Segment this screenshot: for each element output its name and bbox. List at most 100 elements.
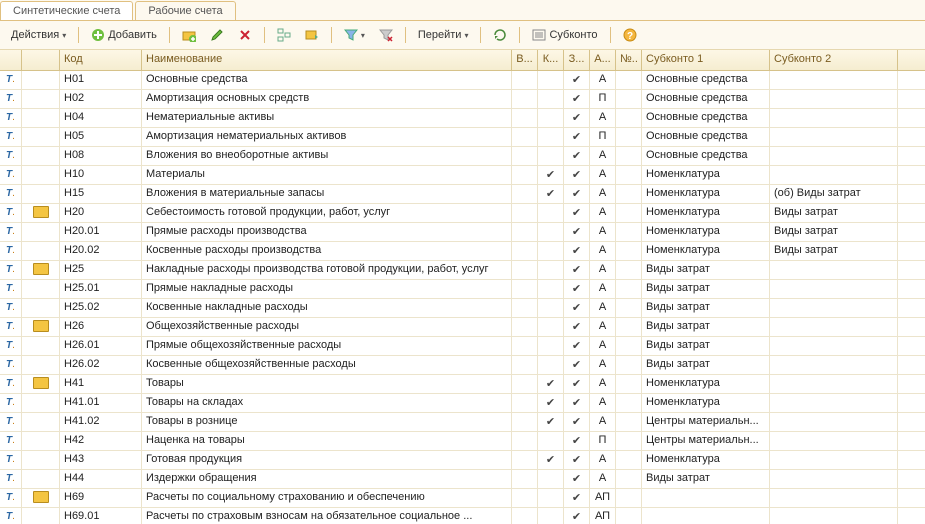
row-name: Накладные расходы производства готовой п… xyxy=(142,261,512,279)
row-name: Амортизация нематериальных активов xyxy=(142,128,512,146)
row-k xyxy=(538,318,564,336)
col-s2[interactable]: Субконто 2 xyxy=(770,50,898,70)
table-row[interactable]: T.Н15Вложения в материальные запасы✔✔АНо… xyxy=(0,185,925,204)
move-button[interactable] xyxy=(300,26,324,44)
svg-text:?: ? xyxy=(626,31,632,42)
toolbar-separator xyxy=(480,27,481,43)
row-k: ✔ xyxy=(538,413,564,431)
row-a: А xyxy=(590,242,616,260)
table-row[interactable]: T.Н20.02Косвенные расходы производства✔А… xyxy=(0,242,925,261)
row-code: Н08 xyxy=(60,147,142,165)
col-type[interactable] xyxy=(0,50,22,70)
table-row[interactable]: T.Н02Амортизация основных средств✔ПОснов… xyxy=(0,90,925,109)
row-k xyxy=(538,90,564,108)
clear-filter-button[interactable] xyxy=(374,26,398,44)
row-s2 xyxy=(770,337,898,355)
row-z: ✔ xyxy=(564,489,590,507)
row-code: Н44 xyxy=(60,470,142,488)
row-v xyxy=(512,432,538,450)
tab-synthetic[interactable]: Синтетические счета xyxy=(0,1,133,20)
row-type-icon: T. xyxy=(0,375,22,393)
subkonto-label: Субконто xyxy=(549,29,597,41)
row-a: А xyxy=(590,147,616,165)
dropdown-caret-icon: ▾ xyxy=(361,31,365,40)
table-row[interactable]: T.Н26Общехозяйственные расходы✔АВиды зат… xyxy=(0,318,925,337)
row-s2 xyxy=(770,451,898,469)
table-row[interactable]: T.Н26.02Косвенные общехозяйственные расх… xyxy=(0,356,925,375)
tab-working[interactable]: Рабочие счета xyxy=(135,1,235,20)
table-row[interactable]: T.Н20.01Прямые расходы производства✔АНом… xyxy=(0,223,925,242)
col-a[interactable]: А... xyxy=(590,50,616,70)
table-row[interactable]: T.Н20Себестоимость готовой продукции, ра… xyxy=(0,204,925,223)
row-v xyxy=(512,147,538,165)
go-button[interactable]: Перейти ▾ xyxy=(413,27,474,43)
add-folder-button[interactable] xyxy=(177,26,201,44)
row-s2 xyxy=(770,508,898,524)
table-row[interactable]: T.Н25Накладные расходы производства гото… xyxy=(0,261,925,280)
row-z: ✔ xyxy=(564,71,590,89)
table-row[interactable]: T.Н43Готовая продукция✔✔АНоменклатура xyxy=(0,451,925,470)
row-name: Косвенные расходы производства xyxy=(142,242,512,260)
col-s1[interactable]: Субконто 1 xyxy=(642,50,770,70)
row-folder-icon xyxy=(22,318,60,336)
row-type-icon: T. xyxy=(0,299,22,317)
row-k xyxy=(538,128,564,146)
row-n xyxy=(616,109,642,127)
refresh-button[interactable] xyxy=(488,26,512,44)
row-s1: Номенклатура xyxy=(642,451,770,469)
table-row[interactable]: T.Н69Расчеты по социальному страхованию … xyxy=(0,489,925,508)
col-z[interactable]: З... xyxy=(564,50,590,70)
table-row[interactable]: T.Н01Основные средства✔АОсновные средств… xyxy=(0,71,925,90)
help-button[interactable]: ? xyxy=(618,26,642,44)
col-k[interactable]: К... xyxy=(538,50,564,70)
table-row[interactable]: T.Н41.01Товары на складах✔✔АНоменклатура xyxy=(0,394,925,413)
row-z: ✔ xyxy=(564,299,590,317)
table-row[interactable]: T.Н10Материалы✔✔АНоменклатура xyxy=(0,166,925,185)
actions-menu[interactable]: Действия ▾ xyxy=(6,27,71,43)
row-name: Вложения в материальные запасы xyxy=(142,185,512,203)
table-row[interactable]: T.Н05Амортизация нематериальных активов✔… xyxy=(0,128,925,147)
add-button[interactable]: Добавить xyxy=(86,26,162,44)
table-row[interactable]: T.Н25.01Прямые накладные расходы✔АВиды з… xyxy=(0,280,925,299)
row-z: ✔ xyxy=(564,508,590,524)
table-row[interactable]: T.Н25.02Косвенные накладные расходы✔АВид… xyxy=(0,299,925,318)
row-type-icon: T. xyxy=(0,394,22,412)
row-type-icon: T. xyxy=(0,90,22,108)
col-name[interactable]: Наименование xyxy=(142,50,512,70)
row-v xyxy=(512,242,538,260)
table-row[interactable]: T.Н41Товары✔✔АНоменклатура xyxy=(0,375,925,394)
table-row[interactable]: T.Н41.02Товары в рознице✔✔АЦентры матери… xyxy=(0,413,925,432)
row-folder-icon xyxy=(22,356,60,374)
col-code[interactable]: Код xyxy=(60,50,142,70)
row-s2 xyxy=(770,318,898,336)
hierarchy-button[interactable] xyxy=(272,26,296,44)
filter-button[interactable]: ▾ xyxy=(339,26,370,44)
row-name: Нематериальные активы xyxy=(142,109,512,127)
col-n[interactable]: №.. xyxy=(616,50,642,70)
table-row[interactable]: T.Н44Издержки обращения✔АВиды затрат xyxy=(0,470,925,489)
row-n xyxy=(616,147,642,165)
row-v xyxy=(512,223,538,241)
table-row[interactable]: T.Н26.01Прямые общехозяйственные расходы… xyxy=(0,337,925,356)
funnel-clear-icon xyxy=(379,28,393,42)
row-type-icon: T. xyxy=(0,128,22,146)
row-a: АП xyxy=(590,508,616,524)
row-code: Н20.02 xyxy=(60,242,142,260)
delete-icon xyxy=(238,28,252,42)
accounts-grid: Код Наименование В... К... З... А... №..… xyxy=(0,50,925,524)
row-code: Н05 xyxy=(60,128,142,146)
grid-body[interactable]: T.Н01Основные средства✔АОсновные средств… xyxy=(0,71,925,524)
subkonto-button[interactable]: Субконто xyxy=(527,26,602,44)
table-row[interactable]: T.Н04Нематериальные активы✔АОсновные сре… xyxy=(0,109,925,128)
delete-button[interactable] xyxy=(233,26,257,44)
table-row[interactable]: T.Н08Вложения во внеоборотные активы✔АОс… xyxy=(0,147,925,166)
table-row[interactable]: T.Н42Наценка на товары✔ПЦентры материаль… xyxy=(0,432,925,451)
row-code: Н04 xyxy=(60,109,142,127)
table-row[interactable]: T.Н69.01Расчеты по страховым взносам на … xyxy=(0,508,925,524)
edit-button[interactable] xyxy=(205,26,229,44)
row-code: Н26.02 xyxy=(60,356,142,374)
row-a: А xyxy=(590,261,616,279)
col-folder[interactable] xyxy=(22,50,60,70)
row-n xyxy=(616,508,642,524)
col-v[interactable]: В... xyxy=(512,50,538,70)
